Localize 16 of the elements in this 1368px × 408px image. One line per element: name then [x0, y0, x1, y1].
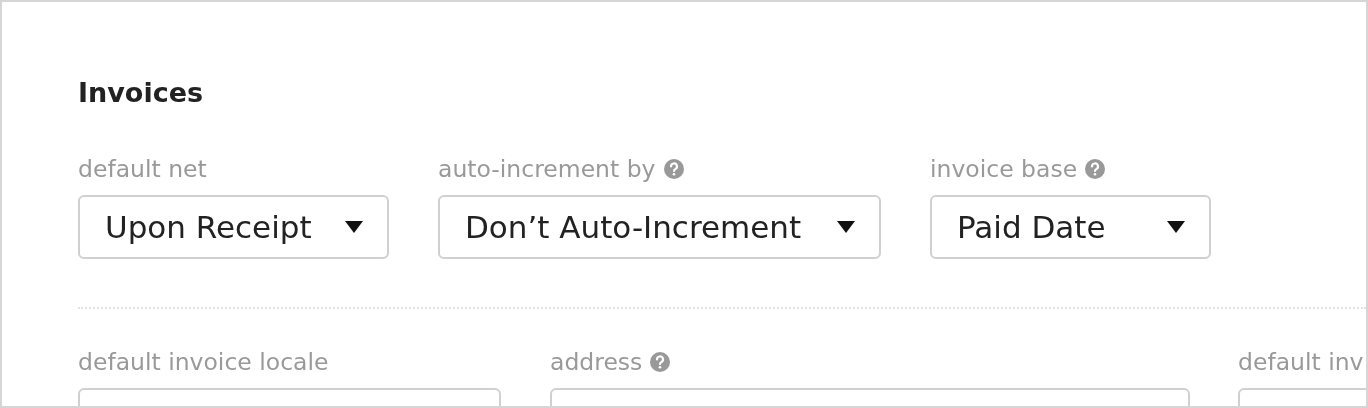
dropdown[interactable]: Upon Receipt: [78, 195, 389, 259]
help-icon[interactable]: [1085, 159, 1106, 179]
field-label: invoice base: [930, 155, 1078, 183]
field-label: default net: [78, 155, 207, 183]
dropdown[interactable]: Don’t Auto-Increment: [438, 195, 881, 259]
help-icon[interactable]: [650, 352, 671, 372]
caret-icon: [837, 221, 855, 233]
caret-icon: [1167, 221, 1185, 233]
help-icon[interactable]: [663, 159, 684, 179]
field-label: default invoice locale: [78, 348, 329, 376]
caret-icon: [345, 221, 363, 233]
field-label: address: [550, 348, 643, 376]
field-label: auto-increment by: [438, 155, 656, 183]
field-label: default inv: [1238, 348, 1364, 376]
dropdown[interactable]: Paid Date: [930, 195, 1211, 259]
section-title: Invoices: [78, 76, 205, 110]
